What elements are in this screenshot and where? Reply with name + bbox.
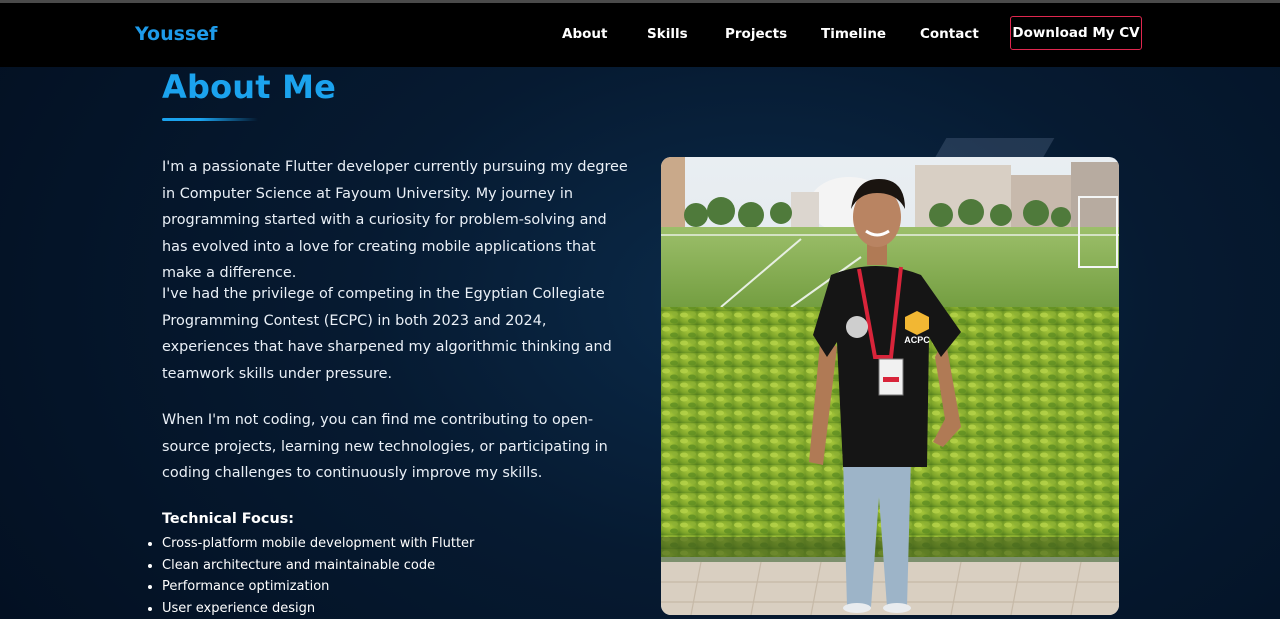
about-paragraph-2: I've had the privilege of competing in t… — [162, 281, 632, 387]
navbar: Youssef About Skills Projects Timeline C… — [0, 3, 1280, 67]
shirt-badge-text: ACPC — [904, 335, 930, 345]
about-paragraph-1: I'm a passionate Flutter developer curre… — [162, 154, 632, 287]
nav-link-about[interactable]: About — [562, 26, 607, 42]
nav-link-skills[interactable]: Skills — [647, 26, 688, 42]
list-item: Performance optimization — [162, 576, 474, 598]
list-item: Clean architecture and maintainable code — [162, 555, 474, 577]
nav-link-projects[interactable]: Projects — [725, 26, 787, 42]
list-item: User experience design — [162, 598, 474, 619]
download-cv-button[interactable]: Download My CV — [1010, 16, 1142, 50]
title-underline — [162, 118, 258, 121]
about-paragraph-3: When I'm not coding, you can find me con… — [162, 407, 632, 487]
section-title: About Me — [162, 68, 336, 106]
technical-focus-heading: Technical Focus: — [162, 511, 294, 527]
technical-focus-list: Cross-platform mobile development with F… — [162, 533, 474, 619]
nav-link-contact[interactable]: Contact — [920, 26, 979, 42]
profile-photo: ACPC — [661, 157, 1119, 615]
nav-link-timeline[interactable]: Timeline — [821, 26, 886, 42]
brand-logo[interactable]: Youssef — [135, 23, 217, 45]
list-item: Cross-platform mobile development with F… — [162, 533, 474, 555]
